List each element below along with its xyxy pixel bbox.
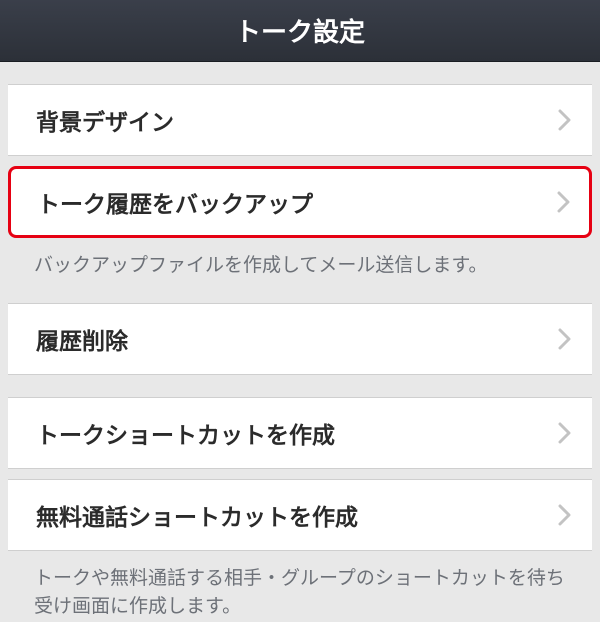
- settings-content: 背景デザイン トーク履歴をバックアップ バックアップファイルを作成してメール送信…: [0, 84, 600, 622]
- chevron-right-icon: [558, 327, 572, 351]
- page-title: トーク設定: [235, 12, 365, 49]
- group-footer: トークや無料通話する相手・グループのショートカットを待ち受け画面に作成します。: [0, 551, 600, 622]
- chevron-right-icon: [557, 190, 571, 214]
- settings-group: 背景デザイン トーク履歴をバックアップ バックアップファイルを作成してメール送信…: [0, 84, 600, 281]
- item-label: 無料通話ショートカットを作成: [36, 498, 358, 532]
- talk-shortcut-item[interactable]: トークショートカットを作成: [8, 397, 592, 469]
- background-design-item[interactable]: 背景デザイン: [8, 84, 592, 156]
- delete-history-item[interactable]: 履歴削除: [8, 303, 592, 375]
- header: トーク設定: [0, 0, 600, 62]
- chevron-right-icon: [558, 503, 572, 527]
- backup-talk-history-item[interactable]: トーク履歴をバックアップ: [8, 166, 592, 238]
- settings-group: 履歴削除: [0, 303, 600, 375]
- chevron-right-icon: [558, 108, 572, 132]
- item-label: 背景デザイン: [36, 103, 174, 137]
- chevron-right-icon: [558, 421, 572, 445]
- settings-group: トークショートカットを作成 無料通話ショートカットを作成 トークや無料通話する相…: [0, 397, 600, 622]
- item-label: トーク履歴をバックアップ: [37, 185, 313, 219]
- group-footer: バックアップファイルを作成してメール送信します。: [0, 238, 600, 281]
- item-label: トークショートカットを作成: [36, 416, 335, 450]
- item-label: 履歴削除: [36, 322, 128, 356]
- free-call-shortcut-item[interactable]: 無料通話ショートカットを作成: [8, 479, 592, 551]
